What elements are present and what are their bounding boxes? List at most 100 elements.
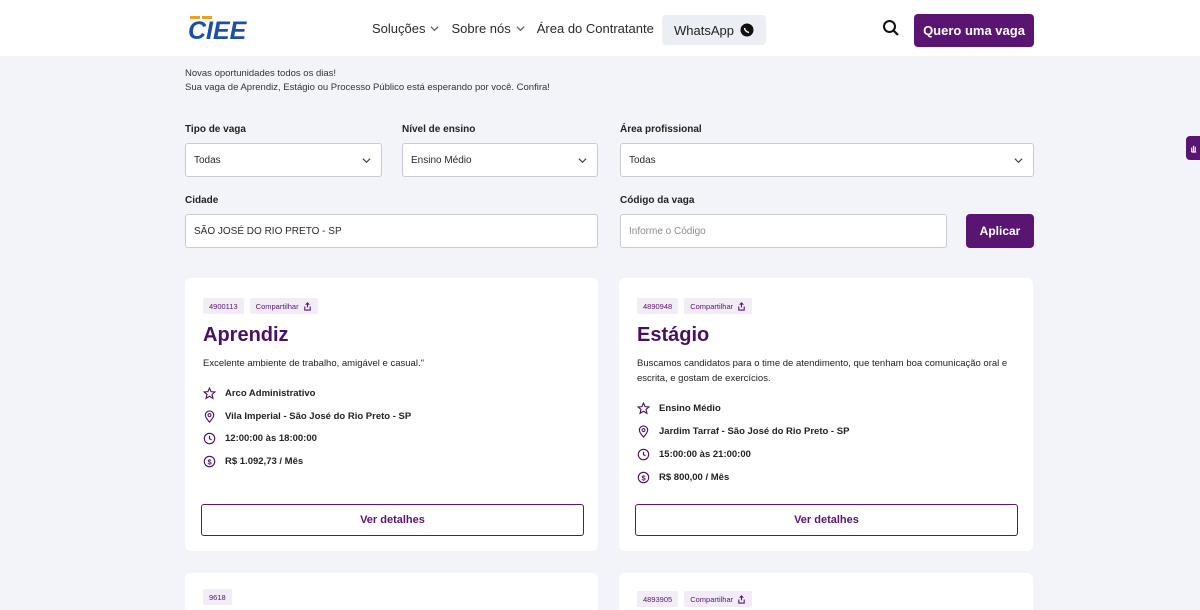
card-tags: 4900113 Compartilhar [203,298,318,314]
job-area: Arco Administrativo [203,387,315,400]
job-code: 9618 [209,592,226,602]
whatsapp-label: WhatsApp [674,22,734,38]
chevron-down-icon [516,25,525,31]
job-hours-text: 12:00:00 às 18:00:00 [225,433,317,444]
job-code-badge: 4890948 [637,298,679,314]
card-tags: 4893905 Compartilhar [637,591,753,607]
job-area-text: Ensino Médio [659,403,721,414]
whatsapp-button[interactable]: WhatsApp [662,15,766,45]
job-salary: $ R$ 1.092,73 / Mês [203,455,303,468]
ciee-logo[interactable]: CIEE [186,14,262,44]
nav-solucoes[interactable]: Soluções [372,21,439,36]
hand-icon [1190,145,1196,153]
nav-area-contratante-label: Área do Contratante [536,20,654,36]
job-code: 4893905 [643,594,673,604]
job-area: Ensino Médio [637,402,721,415]
search-icon[interactable] [882,19,900,37]
nivel-ensino-label: Nível de ensino [402,124,476,135]
tipo-vaga-select[interactable]: Todas [185,143,382,177]
nav-solucoes-label: Soluções [372,20,426,36]
cta-label: Quero uma vaga [923,23,1025,38]
share-icon [303,301,311,311]
card-tags: 4890948 Compartilhar [637,298,753,314]
clock-icon [203,432,216,445]
svg-text:$: $ [641,473,646,482]
nav-area-contratante[interactable]: Área do Contratante [537,21,654,36]
area-profissional-label: Área profissional [620,124,702,135]
job-hours: 15:00:00 às 21:00:00 [637,448,751,461]
job-location-text: Jardim Tarraf - São José do Rio Preto - … [659,426,850,437]
cidade-label: Cidade [185,195,219,206]
chevron-down-icon [578,158,587,164]
money-icon: $ [637,471,650,484]
job-description: Buscamos candidatos para o time de atend… [637,358,1008,384]
share-icon [738,594,745,604]
nivel-ensino-select[interactable]: Ensino Médio [402,143,598,177]
quero-uma-vaga-button[interactable]: Quero uma vaga [914,14,1034,47]
ver-detalhes-button[interactable]: Ver detalhes [201,504,584,536]
job-location: Vila Imperial - São José do Rio Preto - … [203,410,411,423]
job-location: Jardim Tarraf - São José do Rio Preto - … [637,425,849,438]
ver-detalhes-label: Ver detalhes [794,514,859,526]
job-card: 4900113 Compartilhar Aprendiz Excelente … [185,278,598,551]
job-hours-text: 15:00:00 às 21:00:00 [659,449,751,460]
tipo-vaga-value: Todas [194,154,221,166]
job-code-badge: 9618 [203,589,232,605]
job-location-text: Vila Imperial - São José do Rio Preto - … [225,411,412,422]
main-nav: Soluções Sobre nós Área do Contratante [372,0,666,56]
codigo-vaga-placeholder: Informe o Código [629,225,706,237]
job-card: 4890948 Compartilhar Estágio Buscamos ca… [619,278,1033,551]
whatsapp-icon [740,23,754,37]
nav-sobre-nos-label: Sobre nós [451,20,511,36]
nav-sobre-nos[interactable]: Sobre nós [451,20,525,36]
job-code: 4890948 [643,301,673,311]
nivel-ensino-value: Ensino Médio [411,154,472,166]
location-pin-icon [638,425,649,438]
job-salary: $ R$ 800,00 / Mês [637,471,729,484]
job-title: Aprendiz [203,324,289,346]
chevron-down-icon [1014,158,1023,164]
location-pin-icon [204,410,215,423]
share-button[interactable]: Compartilhar [684,298,753,314]
star-icon [203,387,216,400]
ver-detalhes-button[interactable]: Ver detalhes [635,504,1018,536]
job-salary-text: R$ 1.092,73 / Mês [225,456,304,467]
job-code: 4900113 [209,301,238,311]
job-salary-text: R$ 800,00 / Mês [659,472,730,483]
share-label: Compartilhar [690,594,734,604]
svg-text:$: $ [207,457,212,466]
job-title: Estágio [637,324,710,346]
job-card: 9618 [185,573,598,610]
money-icon: $ [203,455,216,468]
site-header: CIEE Soluções Sobre nós Área do Contrata… [0,0,1200,56]
aplicar-label: Aplicar [979,224,1021,238]
intro-text: Novas oportunidades todos os dias! Sua v… [185,67,550,95]
ver-detalhes-label: Ver detalhes [360,514,425,526]
cidade-input[interactable]: SÃO JOSÉ DO RIO PRETO - SP [185,214,598,248]
tipo-vaga-label: Tipo de vaga [185,124,246,135]
accessibility-widget-button[interactable] [1186,136,1200,160]
cidade-value: SÃO JOSÉ DO RIO PRETO - SP [194,225,342,237]
codigo-vaga-label: Código da vaga [620,195,695,206]
job-code-badge: 4900113 [203,298,244,314]
area-profissional-select[interactable]: Todas [620,143,1034,177]
job-card: 4893905 Compartilhar [619,573,1033,610]
intro-line-2: Sua vaga de Aprendiz, Estágio ou Process… [185,82,550,93]
aplicar-button[interactable]: Aplicar [966,214,1034,248]
area-profissional-value: Todas [629,154,656,166]
card-tags: 9618 [203,589,232,605]
share-label: Compartilhar [255,301,299,311]
svg-text:CIEE: CIEE [188,17,248,44]
share-button[interactable]: Compartilhar [249,298,318,314]
share-button[interactable]: Compartilhar [684,591,753,607]
intro-line-1: Novas oportunidades todos os dias! [185,68,337,79]
job-hours: 12:00:00 às 18:00:00 [203,432,317,445]
chevron-down-icon [362,158,371,164]
clock-icon [637,448,650,461]
star-icon [637,402,650,415]
job-area-text: Arco Administrativo [225,388,316,399]
share-icon [738,301,745,311]
share-label: Compartilhar [690,301,734,311]
chevron-down-icon [430,25,439,31]
codigo-vaga-input[interactable]: Informe o Código [620,214,947,248]
